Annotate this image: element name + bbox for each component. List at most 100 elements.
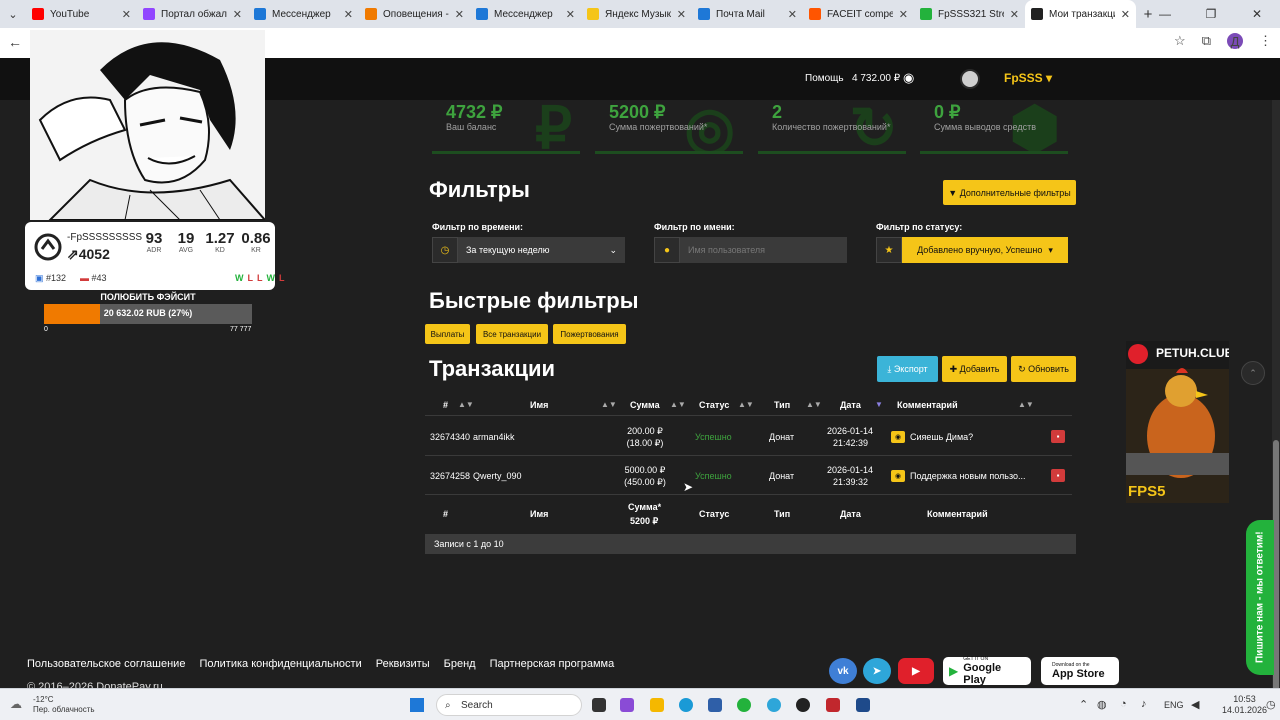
tab-close-icon[interactable]: ✕	[233, 8, 242, 21]
taskbar-search[interactable]: ⌕ Search	[436, 694, 582, 716]
quick-filter-payouts[interactable]: Выплаты	[425, 324, 470, 344]
tab-close-icon[interactable]: ✕	[455, 8, 464, 21]
status-filter-select[interactable]: Добавлено вручную, Успешно ▾	[902, 237, 1068, 263]
eye-icon[interactable]: ◉	[903, 70, 914, 86]
help-link[interactable]: Помощь	[805, 73, 844, 84]
google-play-button[interactable]: ▶ GET IT ON Google Play	[943, 656, 1031, 686]
telegram-taskbar-icon[interactable]	[767, 698, 781, 712]
google-play-icon: ▶	[949, 664, 959, 678]
export-button[interactable]: ⤓ Экспорт	[877, 356, 938, 382]
tab-close-icon[interactable]: ✕	[1121, 8, 1130, 21]
network-icon[interactable]: ◔	[1120, 698, 1127, 710]
language-indicator[interactable]: ENG	[1164, 700, 1184, 710]
time-filter-select[interactable]: За текущую неделю ⌄	[458, 237, 625, 263]
name-filter-input[interactable]: Имя пользователя	[680, 237, 847, 263]
sort-icon[interactable]: ▲▼	[458, 400, 474, 409]
more-filters-button[interactable]: ▼ Дополнительные фильтры	[943, 180, 1076, 205]
refresh-button[interactable]: ↻ Обновить	[1011, 356, 1076, 382]
sort-icon[interactable]: ▲▼	[738, 400, 754, 409]
sort-icon[interactable]: ▲▼	[1018, 400, 1034, 409]
browser-tab-active[interactable]: Мои транзакции✕	[1025, 0, 1136, 28]
store-icon[interactable]	[708, 698, 722, 712]
quick-filter-all[interactable]: Все транзакции	[476, 324, 548, 344]
browser-tab[interactable]: FACEIT competiti✕	[803, 0, 914, 28]
clock[interactable]: 10:53 14.01.2026	[1222, 694, 1267, 716]
telegram-icon[interactable]: ➤	[863, 658, 891, 684]
obs-icon[interactable]	[796, 698, 810, 712]
user-menu[interactable]: FpSSS ▾	[1004, 71, 1052, 85]
tab-favicon	[476, 8, 488, 20]
app-icon[interactable]	[856, 698, 870, 712]
tab-close-icon[interactable]: ✕	[122, 8, 131, 21]
browser-tab[interactable]: Яндекс Музыка -✕	[581, 0, 692, 28]
col-type[interactable]: Тип	[774, 400, 790, 410]
footer-link-brand[interactable]: Бренд	[444, 658, 476, 670]
col-name[interactable]: Имя	[530, 400, 548, 410]
add-button[interactable]: ✚ Добавить	[942, 356, 1007, 382]
footer-link-partner[interactable]: Партнерская программа	[490, 658, 615, 670]
windows-start-icon[interactable]	[410, 698, 424, 712]
col-id[interactable]: #	[443, 400, 448, 410]
sort-desc-icon[interactable]: ▼	[875, 400, 883, 409]
copilot-icon[interactable]	[620, 698, 634, 712]
tray-icon[interactable]: ◍	[1097, 698, 1107, 711]
browser-tab[interactable]: Мессенджер ✕	[248, 0, 359, 28]
footer-link-terms[interactable]: Пользовательское соглашение	[27, 658, 185, 670]
browser-menu-icon[interactable]: ⋮	[1259, 33, 1272, 49]
app-store-button[interactable]: Download on the App Store	[1041, 657, 1119, 685]
quick-filter-donations[interactable]: Пожертвования	[553, 324, 626, 344]
browser-tab[interactable]: Оповещения - Во✕	[359, 0, 470, 28]
user-avatar[interactable]	[960, 69, 980, 89]
close-window-icon[interactable]: ✕	[1234, 0, 1280, 28]
profile-avatar[interactable]: Д	[1227, 33, 1243, 49]
app-shield-icon[interactable]	[826, 698, 840, 712]
col-date[interactable]: Дата	[840, 400, 861, 410]
file-explorer-icon[interactable]	[650, 698, 664, 712]
tab-search-icon[interactable]: ⌄	[0, 0, 26, 28]
bookmark-star-icon[interactable]: ☆	[1174, 33, 1186, 49]
col-amount[interactable]: Сумма	[630, 400, 660, 410]
back-arrow-icon[interactable]: ←	[8, 34, 22, 50]
vk-icon[interactable]: vk	[829, 658, 857, 684]
goal-max: 77 777	[230, 326, 252, 333]
maximize-icon[interactable]: ❐	[1188, 0, 1234, 28]
footer-link-privacy[interactable]: Политика конфиденциальности	[199, 658, 361, 670]
edge-icon[interactable]	[679, 698, 693, 712]
browser-tab[interactable]: Портал обжалова✕	[137, 0, 248, 28]
view-comment-icon[interactable]: ◉	[891, 470, 905, 482]
chat-widget-label[interactable]: Пишите нам - мы ответим!	[1247, 520, 1273, 675]
microphone-icon[interactable]: ♪	[1141, 698, 1147, 710]
browser-tab[interactable]: Почта Mail ✕	[692, 0, 803, 28]
tab-close-icon[interactable]: ✕	[677, 8, 686, 21]
delete-icon[interactable]: ▪	[1051, 430, 1065, 443]
col-status[interactable]: Статус	[699, 400, 729, 410]
chevron-up-icon[interactable]: ⌃	[1079, 698, 1088, 711]
tab-close-icon[interactable]: ✕	[899, 8, 908, 21]
sort-icon[interactable]: ▲▼	[806, 400, 822, 409]
chrome-icon[interactable]	[737, 698, 751, 712]
sort-icon[interactable]: ▲▼	[601, 400, 617, 409]
tab-close-icon[interactable]: ✕	[1010, 8, 1019, 21]
footer-link-requisites[interactable]: Реквизиты	[376, 658, 430, 670]
sort-icon[interactable]: ▲▼	[670, 400, 686, 409]
col-comment[interactable]: Комментарий	[897, 400, 958, 410]
browser-tab[interactable]: Мессенджер ✕	[470, 0, 581, 28]
download-icon: ⤓	[887, 363, 892, 374]
minimize-icon[interactable]: —	[1142, 0, 1188, 28]
youtube-icon[interactable]: ▶	[898, 658, 934, 684]
tab-close-icon[interactable]: ✕	[788, 8, 797, 21]
browser-tab[interactable]: FpSSS321 Stream✕	[914, 0, 1025, 28]
weather-widget[interactable]: -12°C Пер. облачность	[33, 695, 95, 715]
speaker-icon[interactable]: ◀	[1191, 698, 1199, 711]
scroll-up-button[interactable]: ⌃	[1241, 361, 1265, 385]
tab-close-icon[interactable]: ✕	[344, 8, 353, 21]
extensions-icon[interactable]: ⧉	[1202, 33, 1211, 49]
delete-icon[interactable]: ▪	[1051, 469, 1065, 482]
browser-tab[interactable]: YouTube ✕	[26, 0, 137, 28]
task-view-icon[interactable]	[592, 698, 606, 712]
tab-close-icon[interactable]: ✕	[566, 8, 575, 21]
notification-bell-icon[interactable]: ◷	[1266, 698, 1276, 711]
user-icon: ●	[654, 237, 680, 263]
view-comment-icon[interactable]: ◉	[891, 431, 905, 443]
goal-progress-bar: 20 632.02 RUB (27%)	[44, 304, 252, 324]
